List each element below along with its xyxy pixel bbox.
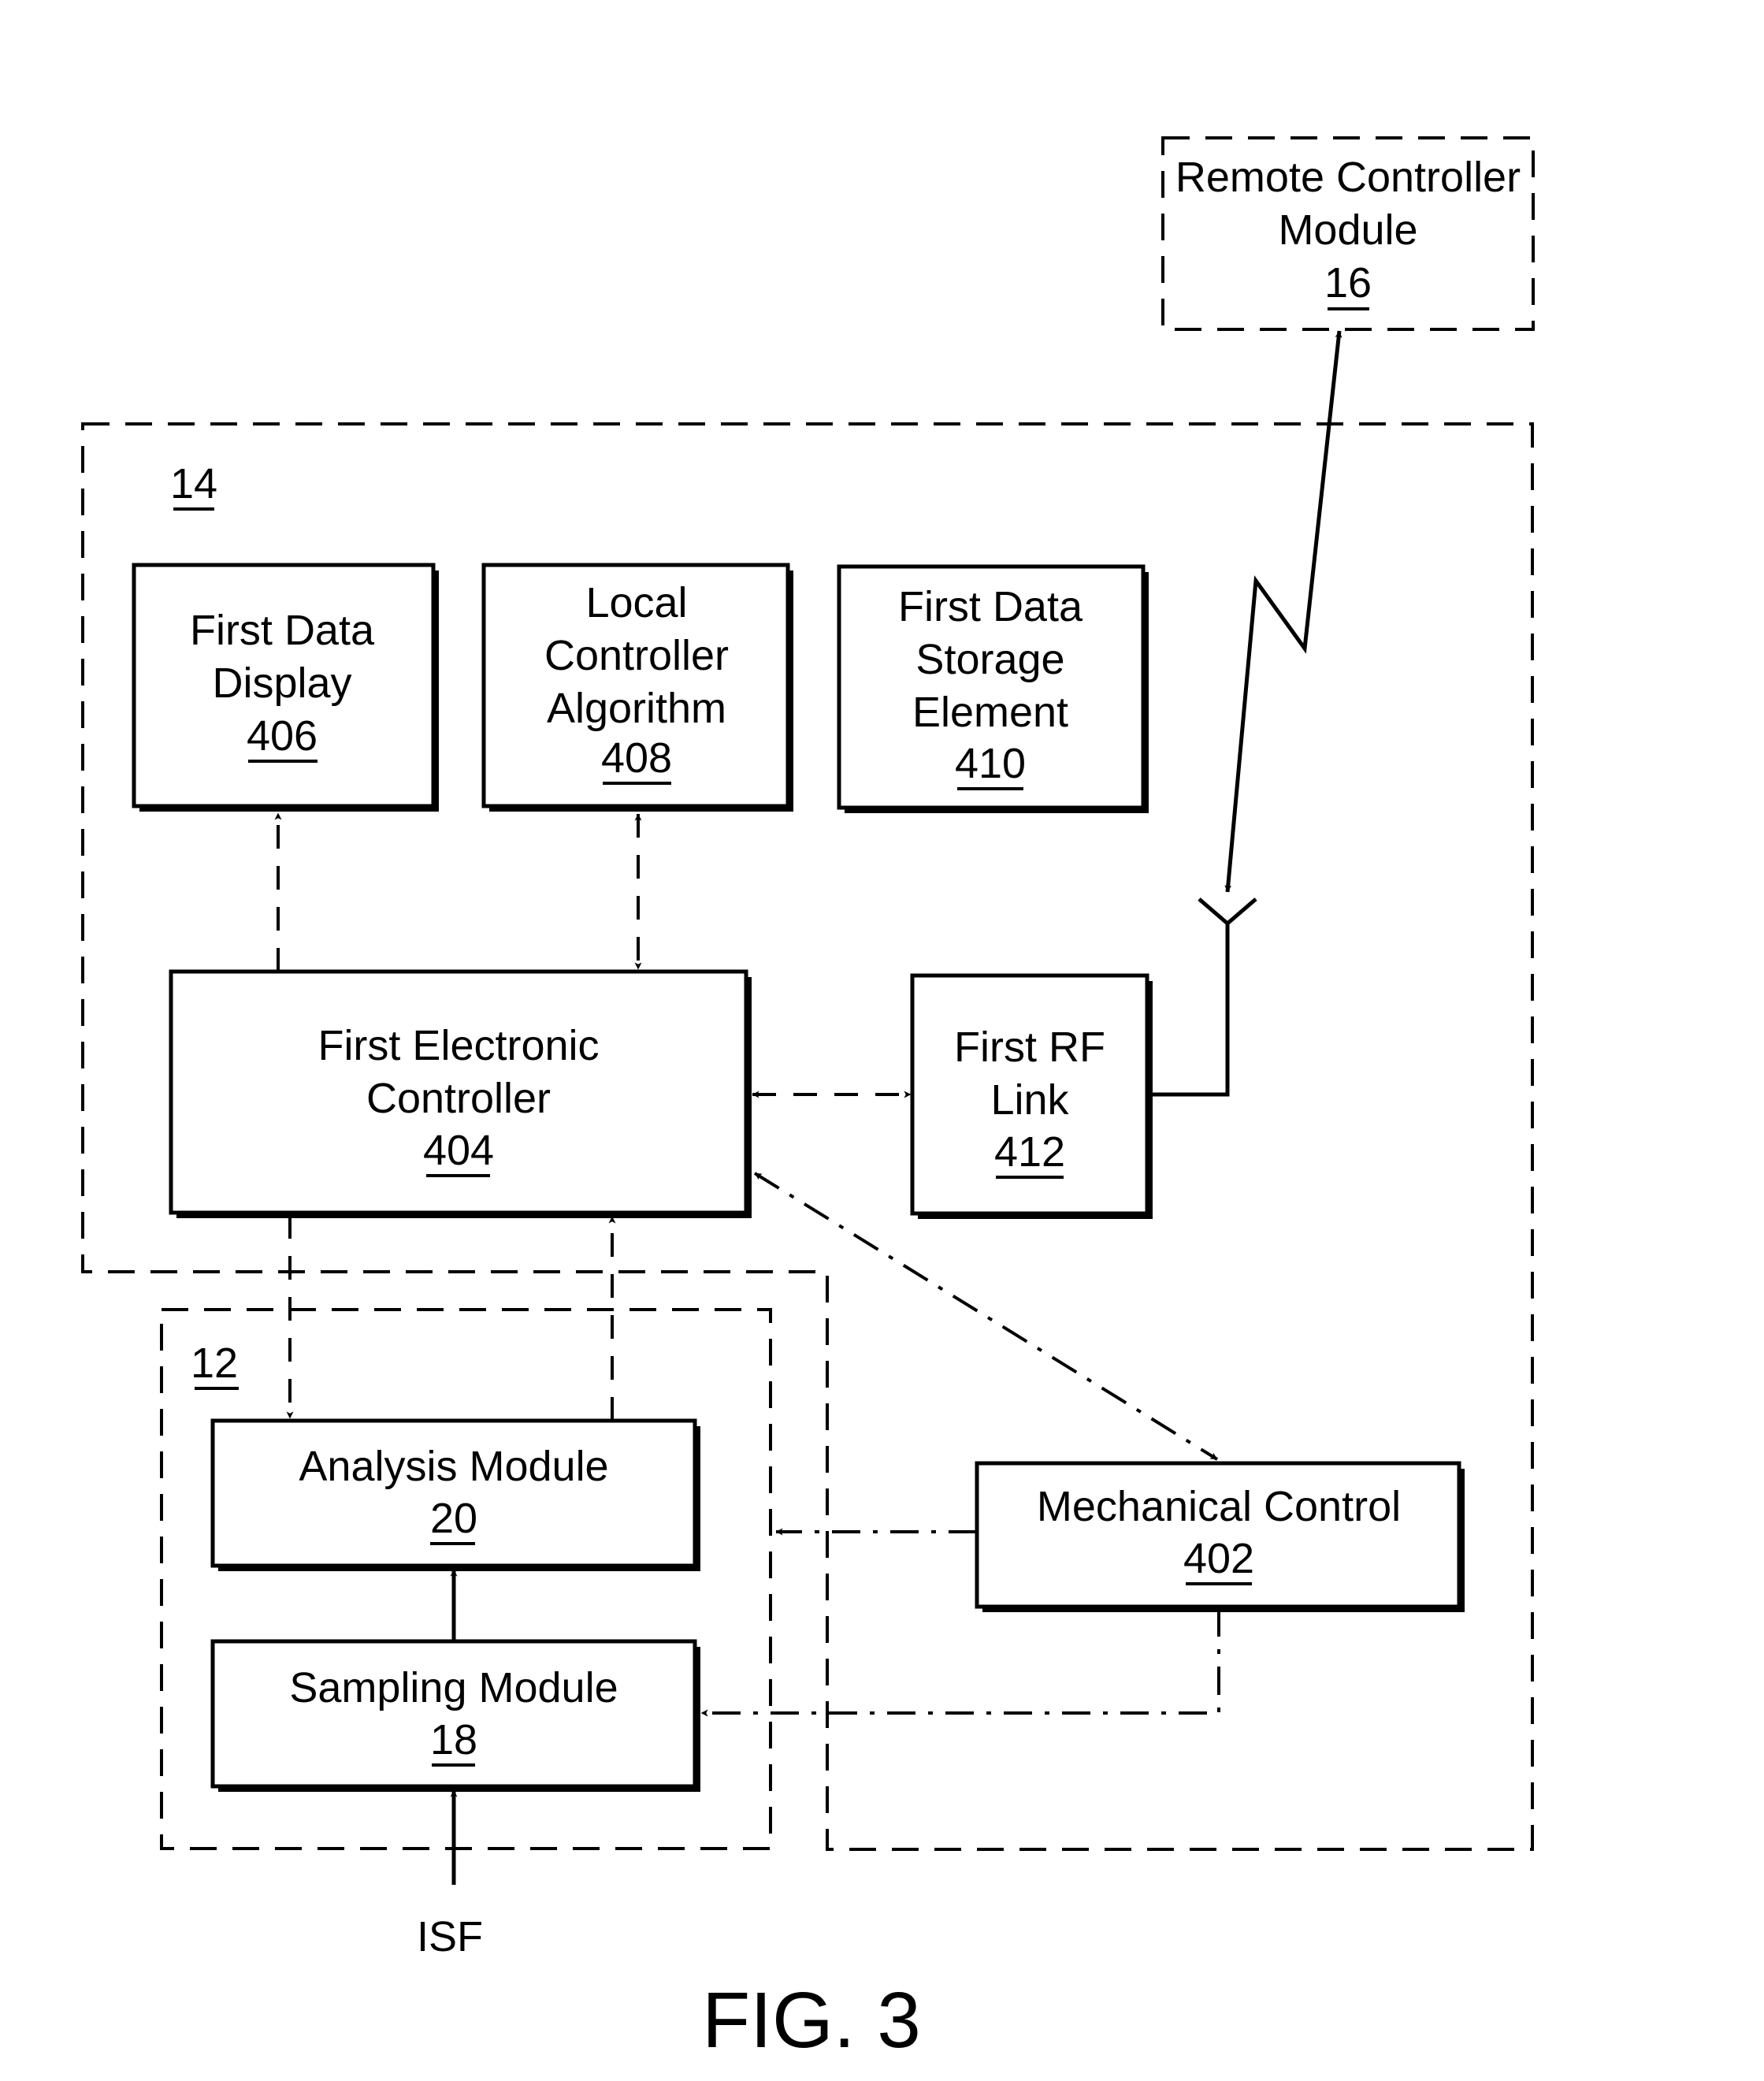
svg-text:First Data: First Data: [898, 583, 1083, 630]
sampling-module-block[interactable]: Sampling Module 18: [210, 1639, 700, 1792]
first-electronic-controller-ref: 404: [423, 1127, 494, 1174]
isf-label: ISF: [417, 1913, 483, 1960]
remote-controller-module-label: Remote Controller Module 16: [1175, 154, 1521, 310]
svg-text:First RF: First RF: [954, 1024, 1105, 1071]
first-rf-link-ref: 412: [994, 1128, 1065, 1176]
svg-text:Analysis Module: Analysis Module: [299, 1443, 608, 1490]
first-rf-link-block[interactable]: First RF Link 412: [910, 973, 1153, 1219]
wireless-link-icon: [1224, 330, 1342, 893]
svg-text:First Electronic: First Electronic: [318, 1022, 599, 1069]
svg-text:Mechanical Control: Mechanical Control: [1037, 1483, 1401, 1530]
svg-text:Display: Display: [212, 660, 351, 707]
block-diagram: marker path { fill: #000; } 14 12 Remote…: [81, 136, 1535, 2064]
svg-text:Controller: Controller: [544, 632, 729, 679]
first-data-display-block[interactable]: First Data Display 406: [132, 563, 439, 812]
sampling-module-ref: 18: [430, 1716, 477, 1763]
svg-text:Sampling Module: Sampling Module: [289, 1664, 618, 1711]
local-controller-algorithm-ref: 408: [601, 734, 672, 782]
analysis-module-ref: 20: [430, 1495, 477, 1542]
first-data-display-ref: 406: [247, 712, 318, 760]
mechanical-control-block[interactable]: Mechanical Control 402: [975, 1461, 1465, 1612]
antenna-icon: [1147, 897, 1257, 1097]
svg-text:Controller: Controller: [366, 1075, 551, 1122]
svg-text:Storage: Storage: [915, 636, 1064, 683]
first-data-storage-element-block[interactable]: First Data Storage Element 410: [837, 564, 1149, 813]
device-14-ref: 14: [170, 460, 217, 507]
analysis-module-block[interactable]: Analysis Module 20: [210, 1418, 700, 1571]
svg-text:Link: Link: [990, 1076, 1069, 1124]
figure-caption: FIG. 3: [702, 1976, 921, 2064]
remote-controller-ref: 16: [1324, 259, 1372, 307]
local-controller-algorithm-block[interactable]: Local Controller Algorithm 408: [481, 563, 793, 812]
svg-text:First Data: First Data: [190, 607, 375, 654]
first-electronic-controller-block[interactable]: First Electronic Controller 404: [169, 969, 752, 1218]
mechanical-control-ref: 402: [1183, 1535, 1254, 1582]
svg-text:Remote Controller: Remote Controller: [1175, 154, 1521, 201]
svg-text:Local: Local: [585, 579, 687, 626]
svg-text:Element: Element: [912, 689, 1068, 736]
arrow-mechanical-to-sampling: [700, 1608, 1220, 1717]
svg-text:Algorithm: Algorithm: [547, 685, 726, 732]
module-12-ref: 12: [191, 1340, 238, 1387]
first-data-storage-ref: 410: [955, 740, 1026, 787]
svg-text:Module: Module: [1278, 206, 1417, 254]
